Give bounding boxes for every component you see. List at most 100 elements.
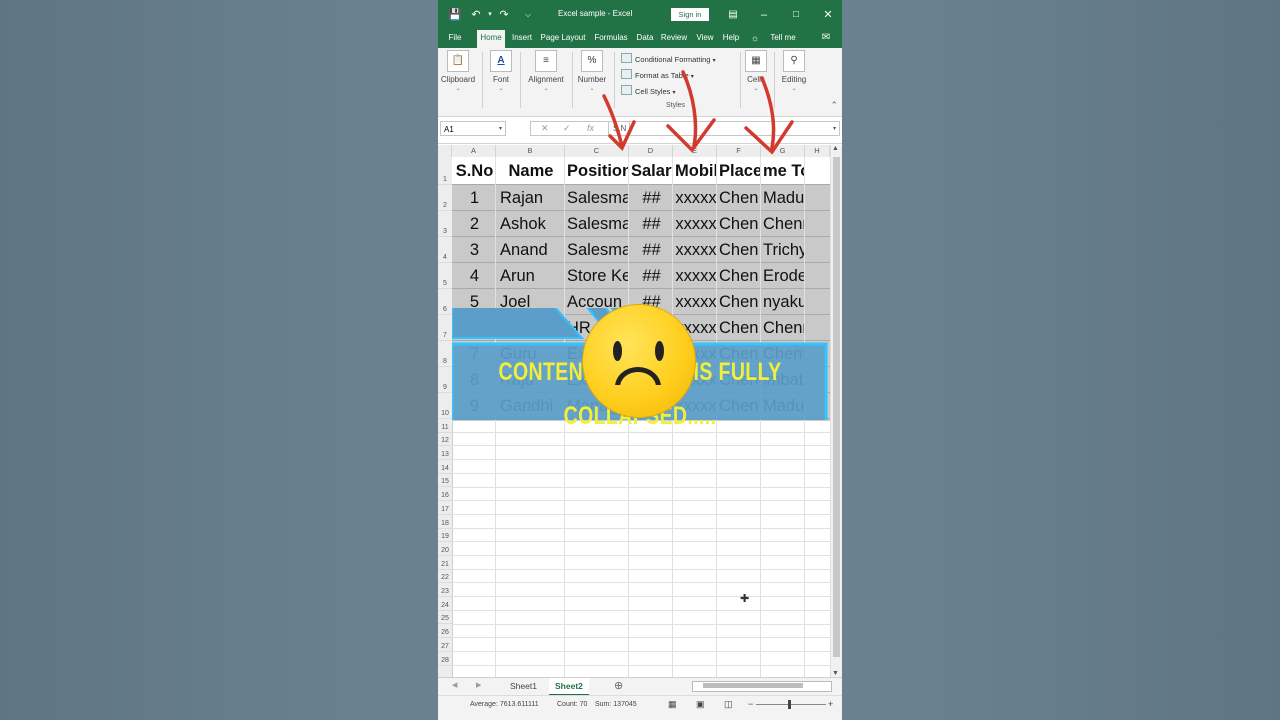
minimize-icon[interactable]: – bbox=[756, 7, 772, 23]
table-header-cell[interactable]: Place bbox=[719, 158, 760, 184]
table-header-cell[interactable]: S.No bbox=[454, 158, 495, 184]
row-header[interactable]: 8 bbox=[438, 341, 452, 367]
table-header-cell[interactable]: Position bbox=[567, 158, 628, 184]
table-cell[interactable]: Chen bbox=[719, 185, 760, 211]
table-cell[interactable]: 3 bbox=[454, 237, 495, 263]
scroll-down-icon[interactable]: ▼ bbox=[832, 670, 839, 677]
zoom-in-icon[interactable]: + bbox=[828, 699, 833, 709]
vertical-scrollbar[interactable]: ▲ ▼ bbox=[830, 145, 842, 677]
table-cell[interactable]: Chen bbox=[719, 211, 760, 237]
table-cell[interactable]: Salesma bbox=[567, 237, 628, 263]
normal-view-icon[interactable]: ▦ bbox=[668, 699, 677, 710]
tab-file[interactable]: File bbox=[444, 30, 466, 48]
row-header[interactable]: 2 bbox=[438, 185, 452, 211]
format-as-table-button[interactable]: Format as Table ▾ bbox=[621, 69, 694, 80]
table-cell[interactable]: ## bbox=[631, 211, 672, 237]
cells-group[interactable]: ▦ Cells ⌄ bbox=[744, 50, 768, 93]
table-cell[interactable]: ## bbox=[631, 185, 672, 211]
tab-review[interactable]: Review bbox=[659, 30, 689, 48]
table-cell[interactable]: Chen bbox=[719, 263, 760, 289]
row-header[interactable]: 5 bbox=[438, 263, 452, 289]
table-cell[interactable]: ## bbox=[631, 237, 672, 263]
table-header-cell[interactable]: Mobile bbox=[675, 158, 716, 184]
table-cell[interactable]: 2 bbox=[454, 211, 495, 237]
table-cell[interactable]: Arun bbox=[498, 263, 566, 289]
page-layout-view-icon[interactable]: ▣ bbox=[696, 699, 705, 710]
table-header-cell[interactable]: Salary bbox=[631, 158, 672, 184]
horizontal-scroll-thumb[interactable] bbox=[703, 683, 803, 688]
enter-icon[interactable]: ✓ bbox=[563, 123, 571, 134]
cell-styles-button[interactable]: Cell Styles ▾ bbox=[621, 85, 676, 96]
expand-formula-icon[interactable]: ▾ bbox=[833, 122, 836, 136]
row-header[interactable]: 15 bbox=[438, 474, 452, 488]
cancel-icon[interactable]: ✕ bbox=[541, 123, 549, 134]
row-header[interactable]: 7 bbox=[438, 315, 452, 341]
row-header[interactable]: 17 bbox=[438, 501, 452, 515]
table-cell[interactable]: xxxxx bbox=[675, 237, 717, 263]
row-header[interactable]: 16 bbox=[438, 488, 452, 502]
table-cell[interactable]: xxxxx bbox=[675, 211, 717, 237]
row-header[interactable]: 28 bbox=[438, 652, 452, 666]
insert-function-icon[interactable]: fx bbox=[587, 123, 594, 133]
table-cell[interactable]: Salesma bbox=[567, 211, 628, 237]
editing-group[interactable]: ⚲ Editing ⌄ bbox=[778, 50, 810, 93]
table-cell[interactable]: 4 bbox=[454, 263, 495, 289]
clipboard-group[interactable]: 📋 Clipboard ⌄ bbox=[440, 50, 476, 93]
tab-help[interactable]: Help bbox=[720, 30, 742, 48]
font-group[interactable]: A Font ⌄ bbox=[488, 50, 514, 93]
number-group[interactable]: % Number ⌄ bbox=[576, 50, 608, 93]
table-cell[interactable]: Store Ke bbox=[567, 263, 628, 289]
row-header[interactable]: 27 bbox=[438, 638, 452, 652]
row-header[interactable]: 25 bbox=[438, 611, 452, 625]
column-header[interactable]: C bbox=[565, 145, 629, 157]
scroll-up-icon[interactable]: ▲ bbox=[832, 145, 839, 152]
table-cell[interactable]: 1 bbox=[454, 185, 495, 211]
add-sheet-icon[interactable]: ⊕ bbox=[614, 679, 623, 692]
collapse-ribbon-icon[interactable]: ⌃ bbox=[830, 100, 838, 111]
close-icon[interactable]: ✕ bbox=[820, 7, 836, 23]
column-header[interactable]: G bbox=[761, 145, 805, 157]
column-header[interactable]: E bbox=[673, 145, 717, 157]
row-header[interactable]: 22 bbox=[438, 570, 452, 584]
tab-page-layout[interactable]: Page Layout bbox=[538, 30, 588, 48]
table-cell[interactable]: Erode bbox=[763, 263, 804, 289]
alignment-group[interactable]: ≡ Alignment ⌄ bbox=[524, 50, 568, 93]
tell-me-search[interactable]: Tell me bbox=[766, 30, 800, 48]
sheet-tab-sheet2[interactable]: Sheet2 bbox=[549, 678, 589, 696]
tab-view[interactable]: View bbox=[693, 30, 717, 48]
customize-toolbar-icon[interactable]: ⌵ bbox=[520, 7, 536, 23]
column-header[interactable]: F bbox=[717, 145, 761, 157]
row-header[interactable]: 24 bbox=[438, 597, 452, 611]
comments-icon[interactable]: ✉ bbox=[818, 30, 834, 48]
table-cell[interactable]: Madurai bbox=[763, 185, 804, 211]
name-box[interactable]: A1 ▾ bbox=[440, 121, 506, 136]
prev-sheet-icon[interactable]: ◀ bbox=[452, 681, 457, 689]
row-header[interactable]: 11 bbox=[438, 419, 452, 433]
row-header[interactable]: 14 bbox=[438, 460, 452, 474]
row-header[interactable]: 13 bbox=[438, 446, 452, 461]
column-header[interactable]: D bbox=[629, 145, 673, 157]
maximize-icon[interactable]: □ bbox=[788, 7, 804, 23]
redo-icon[interactable]: ↷ bbox=[496, 7, 512, 23]
table-cell[interactable]: Chen bbox=[719, 237, 760, 263]
table-cell[interactable]: Trichy bbox=[763, 237, 804, 263]
row-header[interactable]: 6 bbox=[438, 289, 452, 315]
conditional-formatting-button[interactable]: Conditional Formatting ▾ bbox=[621, 53, 716, 64]
row-header[interactable]: 9 bbox=[438, 367, 452, 393]
table-header-cell[interactable]: Name bbox=[498, 158, 564, 184]
table-cell[interactable]: Salesma bbox=[567, 185, 628, 211]
table-cell[interactable]: xxxxx bbox=[675, 185, 717, 211]
row-header[interactable]: 4 bbox=[438, 237, 452, 263]
table-cell[interactable]: Ashok bbox=[498, 211, 566, 237]
sign-in-button[interactable]: Sign in bbox=[671, 8, 709, 21]
table-cell[interactable]: Rajan bbox=[498, 185, 566, 211]
tab-data[interactable]: Data bbox=[634, 30, 656, 48]
save-icon[interactable]: 💾 bbox=[447, 7, 463, 23]
row-header[interactable]: 23 bbox=[438, 583, 452, 598]
table-cell[interactable]: ## bbox=[631, 263, 672, 289]
row-header[interactable]: 20 bbox=[438, 542, 452, 556]
tab-home[interactable]: Home bbox=[477, 30, 505, 48]
ribbon-display-icon[interactable]: ▤ bbox=[725, 7, 741, 23]
column-header[interactable]: A bbox=[452, 145, 496, 157]
tab-formulas[interactable]: Formulas bbox=[592, 30, 630, 48]
